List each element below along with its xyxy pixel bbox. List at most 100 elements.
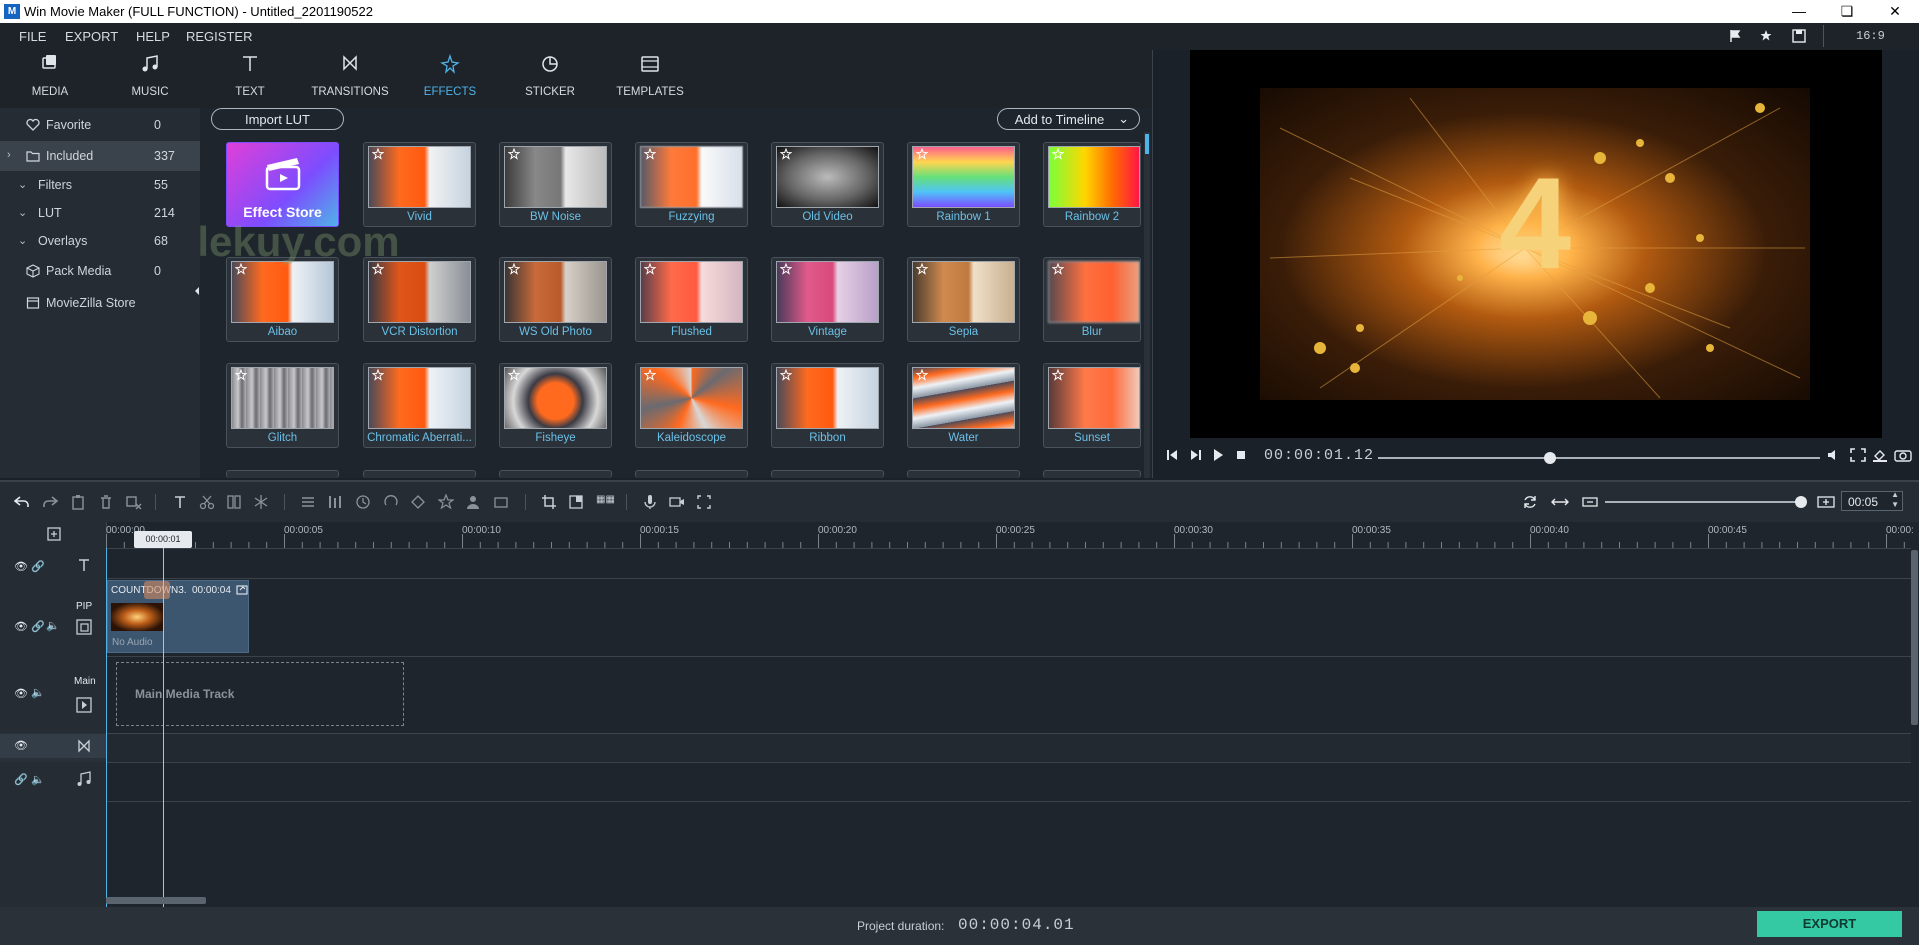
favorite-star-icon[interactable] [372, 148, 384, 160]
effect-tile-fuzzying[interactable]: Fuzzying [635, 142, 748, 227]
speed-icon[interactable] [355, 494, 371, 510]
crop-split-icon[interactable] [226, 494, 242, 510]
favorite-star-icon[interactable] [508, 263, 520, 275]
effect-tile-partial[interactable] [226, 470, 339, 478]
effect-tile-sunset[interactable]: Sunset [1043, 363, 1141, 448]
transition-track[interactable] [0, 733, 1911, 762]
mosaic-icon[interactable] [568, 494, 584, 510]
step-forward-button[interactable] [1189, 448, 1203, 462]
favorite-star-icon[interactable] [372, 369, 384, 381]
effect-tile-partial[interactable] [499, 470, 612, 478]
timeline-horizontal-scrollbar[interactable] [106, 897, 206, 904]
playhead-line[interactable] [163, 548, 164, 907]
video-preview[interactable]: 4 [1190, 50, 1882, 438]
tab-music[interactable]: MUSIC [105, 50, 195, 108]
main-media-drop-zone[interactable]: Main Media Track [116, 662, 404, 726]
aspect-ratio-icon[interactable]: 16:9 [1856, 29, 1885, 43]
add-track-icon[interactable] [46, 526, 62, 542]
clip-edit-icon[interactable] [236, 584, 248, 596]
sidebar-item-lut[interactable]: ⌄ LUT 214 [0, 198, 200, 228]
tab-media[interactable]: MEDIA [5, 50, 95, 108]
star-effect-icon[interactable] [438, 494, 454, 510]
sidebar-item-overlays[interactable]: ⌄ Overlays 68 [0, 226, 200, 256]
play-button[interactable] [1211, 448, 1225, 462]
favorite-star-icon[interactable] [1052, 263, 1064, 275]
favorite-star-icon[interactable] [508, 369, 520, 381]
sidebar-item-included[interactable]: › Included 337 [0, 141, 200, 171]
favorite-star-icon[interactable] [1052, 148, 1064, 160]
zoom-slider[interactable] [1605, 496, 1807, 508]
delete-icon[interactable] [98, 494, 114, 510]
effect-store-tile[interactable]: Effect Store [226, 142, 339, 227]
ripple-delete-icon[interactable] [126, 494, 142, 510]
favorite-star-icon[interactable] [508, 148, 520, 160]
menu-export[interactable]: EXPORT [65, 29, 118, 44]
import-lut-button[interactable]: Import LUT [211, 108, 344, 130]
star-plus-icon[interactable] [1759, 28, 1775, 44]
favorite-star-icon[interactable] [1052, 369, 1064, 381]
microphone-icon[interactable] [642, 494, 658, 510]
speaker-icon[interactable]: 🔈 [46, 619, 60, 632]
favorite-star-icon[interactable] [916, 263, 928, 275]
screen-record-icon[interactable] [696, 494, 712, 510]
zoom-slider-handle[interactable] [1795, 496, 1807, 508]
add-to-timeline-button[interactable]: Add to Timeline ⌄ [997, 108, 1140, 130]
menu-help[interactable]: HELP [136, 29, 170, 44]
sidebar-item-favorite[interactable]: Favorite 0 [0, 110, 200, 140]
effect-tile-partial[interactable] [907, 470, 1020, 478]
add-text-icon[interactable] [172, 494, 188, 510]
effect-tile-partial[interactable] [1043, 470, 1141, 478]
tab-transitions[interactable]: TRANSITIONS [305, 50, 395, 108]
stepper-arrows-icon[interactable]: ▲ ▼ [1891, 490, 1899, 510]
effect-tile-blur[interactable]: Blur [1043, 257, 1141, 342]
menu-file[interactable]: FILE [19, 29, 46, 44]
freeze-icon[interactable] [253, 494, 269, 510]
fill-color-icon[interactable] [1872, 448, 1888, 462]
effect-tile-sepia[interactable]: Sepia [907, 257, 1020, 342]
close-button[interactable]: ✕ [1872, 0, 1918, 23]
adjust-icon[interactable] [300, 494, 316, 510]
link-icon[interactable]: 🔗 [14, 773, 28, 786]
favorite-star-icon[interactable] [644, 148, 656, 160]
camera-record-icon[interactable] [669, 494, 685, 510]
effect-tile-glitch[interactable]: Glitch [226, 363, 339, 448]
menu-register[interactable]: REGISTER [186, 29, 252, 44]
effects-scrollbar[interactable] [1144, 132, 1150, 478]
speaker-icon[interactable]: 🔈 [31, 686, 45, 699]
fullscreen-icon[interactable] [1850, 448, 1866, 462]
effects-scrollbar-thumb[interactable] [1145, 134, 1149, 154]
eye-icon[interactable]: 👁 [14, 687, 28, 700]
effect-tile-bw-noise[interactable]: BW Noise [499, 142, 612, 227]
effect-tile-old-video[interactable]: Old Video [771, 142, 884, 227]
flag-icon[interactable] [1728, 29, 1742, 43]
redo-icon[interactable] [42, 494, 58, 510]
split-icon[interactable] [199, 494, 215, 510]
effect-tile-aibao[interactable]: Aibao [226, 257, 339, 342]
minimize-button[interactable]: — [1776, 0, 1822, 23]
effect-tile-partial[interactable] [635, 470, 748, 478]
fit-width-icon[interactable] [1551, 494, 1569, 510]
export-button[interactable]: EXPORT [1757, 911, 1902, 937]
audio-mixer-icon[interactable] [327, 494, 343, 510]
favorite-star-icon[interactable] [916, 369, 928, 381]
effect-tile-partial[interactable] [771, 470, 884, 478]
sidebar-item-moviezilla-store[interactable]: MovieZilla Store [0, 288, 200, 318]
effect-tile-rainbow-2[interactable]: Rainbow 2 [1043, 142, 1141, 227]
eye-icon[interactable]: 👁 [14, 560, 28, 573]
favorite-star-icon[interactable] [916, 148, 928, 160]
rotate-icon[interactable] [383, 494, 399, 510]
effect-tile-ribbon[interactable]: Ribbon [771, 363, 884, 448]
effect-tile-vcr-distortion[interactable]: VCR Distortion [363, 257, 476, 342]
caption-icon[interactable] [493, 494, 509, 510]
zoom-in-icon[interactable] [1817, 494, 1835, 510]
volume-icon[interactable] [1826, 448, 1840, 462]
previous-frame-button[interactable] [1165, 448, 1179, 462]
effect-tile-vivid[interactable]: Vivid [363, 142, 476, 227]
snapshot-camera-icon[interactable] [1894, 448, 1912, 462]
sidebar-item-pack-media[interactable]: Pack Media 0 [0, 256, 200, 286]
stop-button[interactable] [1234, 448, 1248, 462]
favorite-star-icon[interactable] [235, 369, 247, 381]
eye-icon[interactable]: 👁 [14, 620, 28, 633]
effect-tile-chromatic-aberration[interactable]: Chromatic Aberrati... [363, 363, 476, 448]
person-mask-icon[interactable] [465, 494, 481, 510]
